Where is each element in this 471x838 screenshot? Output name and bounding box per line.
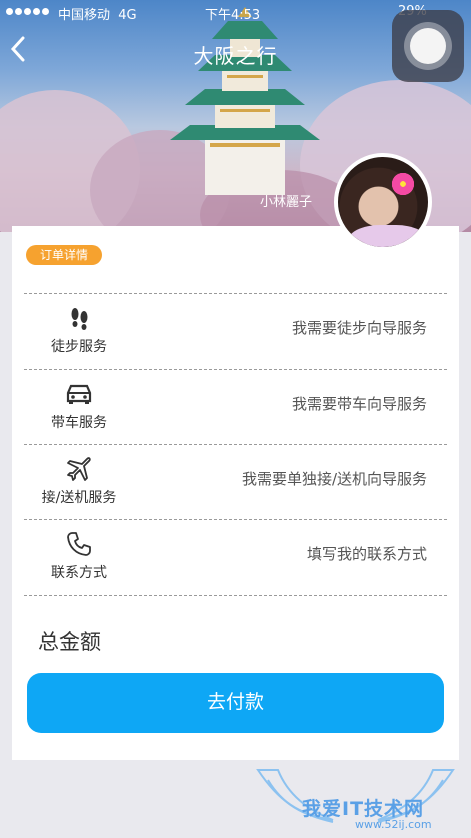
service-value: 我需要单独接/送机向导服务 [241, 470, 427, 488]
service-row-walking[interactable]: 徒步服务 我需要徒步向导服务 [24, 295, 447, 370]
service-value: 我需要带车向导服务 [291, 395, 427, 413]
service-label: 带车服务 [51, 415, 107, 431]
divider [24, 444, 447, 445]
watermark-url: www.52ij.com [355, 818, 432, 831]
divider [24, 369, 447, 370]
pay-button[interactable]: 去付款 [27, 673, 444, 733]
castle-illustration [170, 7, 320, 195]
airplane-icon [24, 456, 134, 482]
service-row-contact[interactable]: 联系方式 填写我的联系方式 [24, 521, 447, 596]
service-label: 徒步服务 [51, 339, 107, 355]
order-details-badge: 订单详情 [26, 245, 102, 265]
divider [24, 519, 447, 520]
avatar[interactable] [334, 153, 432, 251]
divider [24, 595, 447, 596]
service-label: 接/送机服务 [41, 490, 117, 506]
username: 小林麗子 [260, 195, 313, 210]
phone-icon [24, 531, 134, 557]
divider [24, 293, 447, 294]
footprints-icon [24, 305, 134, 331]
service-label: 联系方式 [51, 565, 107, 581]
service-value: 填写我的联系方式 [306, 545, 427, 563]
assistive-touch-button[interactable] [392, 10, 464, 82]
clock: 下午4:53 [205, 8, 261, 23]
carrier-label: 中国移动 4G [58, 8, 137, 23]
service-row-airport[interactable]: 接/送机服务 我需要单独接/送机向导服务 [24, 446, 447, 521]
signal-strength-icon [6, 8, 49, 15]
service-value: 我需要徒步向导服务 [291, 319, 427, 337]
total-amount-label: 总金额 [38, 630, 101, 654]
service-row-car[interactable]: 带车服务 我需要带车向导服务 [24, 371, 447, 446]
watermark-text: 我爱IT技术网 [302, 798, 425, 820]
car-icon [24, 381, 134, 407]
